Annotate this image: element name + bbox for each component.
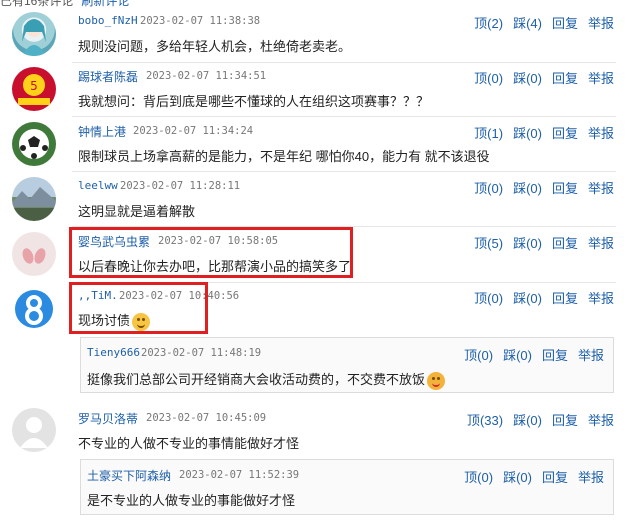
divider <box>72 171 616 172</box>
downvote-button[interactable]: 踩(0) <box>513 236 542 251</box>
comment-actions: 顶(0) 踩(0) 回复 举报 <box>464 178 614 197</box>
reply-button[interactable]: 回复 <box>552 126 578 141</box>
report-button[interactable]: 举报 <box>588 291 614 306</box>
comment-actions: 顶(0) 踩(0) 回复 举报 <box>464 68 614 87</box>
report-button[interactable]: 举报 <box>578 348 604 363</box>
upvote-button[interactable]: 顶(33) <box>467 413 503 428</box>
reply-button[interactable]: 回复 <box>552 181 578 196</box>
comment-time: 2023-02-07 10:45:09 <box>146 412 267 424</box>
upvote-button[interactable]: 顶(0) <box>474 181 503 196</box>
highlight-box <box>69 282 208 334</box>
avatar[interactable] <box>12 287 56 331</box>
comment-username[interactable]: Tieny666 <box>87 346 140 359</box>
comment-time: 2023-02-07 11:52:39 <box>179 469 300 481</box>
downvote-button[interactable]: 踩(0) <box>513 126 542 141</box>
comment-actions: 顶(0) 踩(0) 回复 举报 <box>454 345 604 364</box>
reply-button[interactable]: 回复 <box>552 291 578 306</box>
comment-text: 规则没问题，多给年轻人机会，杜绝倚老卖老。 <box>78 39 352 54</box>
comment-text: 我就想问：背后到底是哪些不懂球的人在组织这项赛事？？？ <box>78 94 430 109</box>
comment-time: 2023-02-07 11:34:24 <box>133 125 254 137</box>
avatar[interactable] <box>12 177 56 221</box>
downvote-button[interactable]: 踩(0) <box>503 348 532 363</box>
reply-button[interactable]: 回复 <box>542 470 568 485</box>
comment-time: 2023-02-07 11:38:38 <box>140 15 261 27</box>
comment-actions: 顶(1) 踩(0) 回复 举报 <box>464 123 614 142</box>
upvote-button[interactable]: 顶(0) <box>474 71 503 86</box>
upvote-button[interactable]: 顶(0) <box>464 470 493 485</box>
comment-time: 2023-02-07 11:34:51 <box>146 70 267 82</box>
reply-button[interactable]: 回复 <box>552 236 578 251</box>
comment-header: 已有16条评论 刷新评论 <box>0 0 129 8</box>
report-button[interactable]: 举报 <box>588 413 614 428</box>
reply-button[interactable]: 回复 <box>552 71 578 86</box>
comment-username[interactable]: bobo_fNzH <box>78 14 138 27</box>
avatar[interactable]: 5 <box>12 67 56 111</box>
reply-button[interactable]: 回复 <box>552 413 578 428</box>
highlight-box <box>69 227 353 278</box>
divider <box>72 116 616 117</box>
upvote-button[interactable]: 顶(5) <box>474 236 503 251</box>
comment-actions: 顶(5) 踩(0) 回复 举报 <box>464 233 614 252</box>
refresh-comments-link[interactable]: 刷新评论 <box>81 0 129 8</box>
upvote-button[interactable]: 顶(1) <box>474 126 503 141</box>
reply-button[interactable]: 回复 <box>542 348 568 363</box>
avatar[interactable] <box>12 122 56 166</box>
downvote-button[interactable]: 踩(0) <box>503 470 532 485</box>
upvote-button[interactable]: 顶(0) <box>464 348 493 363</box>
comment-username[interactable]: 土豪买下阿森纳 <box>87 467 171 484</box>
comment-count: 已有16条评论 <box>0 0 74 8</box>
report-button[interactable]: 举报 <box>588 71 614 86</box>
downvote-button[interactable]: 踩(0) <box>513 291 542 306</box>
comment-username[interactable]: 钟情上港 <box>78 123 126 140</box>
comment-actions: 顶(0) 踩(0) 回复 举报 <box>464 288 614 307</box>
comment-text: 挺像我们总部公司开经销商大会收活动费的，不交费不放饭 <box>87 369 446 390</box>
downvote-button[interactable]: 踩(0) <box>513 181 542 196</box>
reply-button[interactable]: 回复 <box>552 16 578 31</box>
svg-text:5: 5 <box>30 79 38 93</box>
upvote-button[interactable]: 顶(2) <box>474 16 503 31</box>
report-button[interactable]: 举报 <box>588 236 614 251</box>
comment-text: 这明显就是逼着解散 <box>78 204 196 219</box>
comment-actions: 顶(33) 踩(0) 回复 举报 <box>457 410 614 429</box>
comment-text: 不专业的人做不专业的事情能做好才怪 <box>78 436 300 451</box>
downvote-button[interactable]: 踩(4) <box>513 16 542 31</box>
report-button[interactable]: 举报 <box>588 126 614 141</box>
comment-text: 是不专业的人做专业的事能做好才怪 <box>87 493 296 508</box>
report-button[interactable]: 举报 <box>588 181 614 196</box>
avatar[interactable] <box>12 12 56 56</box>
comment-username[interactable]: leelww <box>78 179 118 192</box>
comment-actions: 顶(2) 踩(4) 回复 举报 <box>464 13 614 32</box>
comment-actions: 顶(0) 踩(0) 回复 举报 <box>454 467 604 486</box>
downvote-button[interactable]: 踩(0) <box>513 413 542 428</box>
comment-username[interactable]: 罗马贝洛蒂 <box>78 410 138 427</box>
divider <box>72 62 616 63</box>
comment-username[interactable]: 踢球者陈磊 <box>78 68 138 85</box>
comment-text: 限制球员上场拿高薪的是能力，不是年纪 哪怕你40，能力有 就不该退役 <box>78 149 490 164</box>
comment-time: 2023-02-07 11:28:11 <box>120 180 241 192</box>
report-button[interactable]: 举报 <box>588 16 614 31</box>
upvote-button[interactable]: 顶(0) <box>474 291 503 306</box>
avatar[interactable] <box>12 232 56 276</box>
comment-time: 2023-02-07 11:48:19 <box>141 347 262 359</box>
comment-text-body: 挺像我们总部公司开经销商大会收活动费的，不交费不放饭 <box>87 372 426 387</box>
avatar[interactable] <box>12 408 56 452</box>
downvote-button[interactable]: 踩(0) <box>513 71 542 86</box>
tongue-emoji-icon <box>427 371 446 390</box>
report-button[interactable]: 举报 <box>578 470 604 485</box>
